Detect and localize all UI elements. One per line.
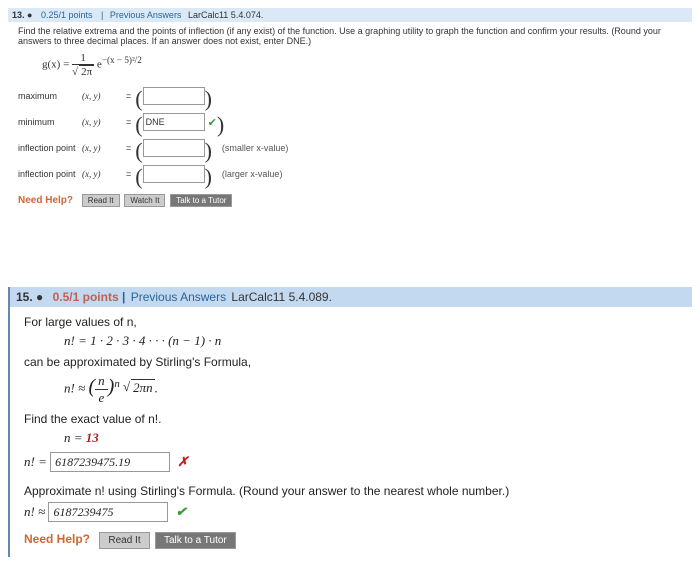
q13-number: 13.	[12, 10, 25, 20]
label-inflection-1: inflection point	[18, 143, 82, 153]
xy-maximum: (x, y)	[82, 91, 122, 101]
q15-line1: For large values of n,	[24, 315, 678, 329]
q13-formula: g(x) = 1 √2π e−(x − 5)²/2	[42, 52, 692, 78]
label-inflection-2: inflection point	[18, 169, 82, 179]
answer-approx[interactable]: 6187239475	[48, 502, 168, 522]
q15-approx-row: n! ≈ 6187239475 ✔	[24, 502, 678, 522]
read-it-button[interactable]: Read It	[82, 194, 120, 207]
eq-inflection-1: =	[126, 143, 131, 153]
lparen-minimum: (	[135, 119, 142, 130]
eq-maximum: =	[126, 91, 131, 101]
q15-need-help: Need Help? Read It Talk to a Tutor	[24, 532, 678, 549]
answer-minimum[interactable]: DNE	[143, 113, 205, 131]
q15-n-value: 13	[86, 430, 99, 445]
watch-it-button[interactable]: Watch It	[124, 194, 165, 207]
answer-inflection-1[interactable]	[143, 139, 205, 157]
row-inflection-2: inflection point (x, y) = ( ) (larger x-…	[18, 164, 692, 184]
q15-ref: LarCalc11 5.4.089.	[231, 290, 332, 304]
q13-prev-answers-link[interactable]: Previous Answers	[110, 10, 182, 20]
lparen-inflection-2: (	[135, 171, 142, 182]
q13-points: 0.25/1 points	[41, 10, 93, 20]
q15-math2: n! ≈ ( n e )n √2πn.	[64, 373, 678, 406]
q15-approx-lhs: n! ≈	[24, 504, 48, 519]
q15-bullet: ●	[36, 290, 43, 304]
xy-inflection-2: (x, y)	[82, 169, 122, 179]
lparen-inflection-1: (	[135, 145, 142, 156]
q13-need-help: Need Help? Read It Watch It Talk to a Tu…	[18, 194, 692, 207]
check-icon: ✔	[176, 504, 187, 519]
read-it-button[interactable]: Read It	[99, 532, 149, 549]
q15-points: 0.5/1 points	[53, 290, 119, 304]
label-maximum: maximum	[18, 91, 82, 101]
q15-prev-answers-link[interactable]: Previous Answers	[131, 290, 226, 304]
eq-inflection-2: =	[126, 169, 131, 179]
row-minimum: minimum (x, y) = ( DNE ✔ )	[18, 112, 692, 132]
q15-exact-row: n! = 6187239475.19 ✗	[24, 452, 678, 472]
q13-sep: |	[101, 10, 103, 20]
check-icon: ✔	[208, 116, 217, 129]
q13-ref: LarCalc11 5.4.074.	[188, 10, 263, 20]
row-maximum: maximum (x, y) = ( )	[18, 86, 692, 106]
q15-block: 15. ● 0.5/1 points | Previous Answers La…	[8, 287, 692, 557]
q13-instructions: Find the relative extrema and the points…	[18, 26, 692, 46]
answer-exact[interactable]: 6187239475.19	[50, 452, 170, 472]
q15-approx-instr: Approximate n! using Stirling's Formula.…	[24, 484, 678, 498]
need-help-label: Need Help?	[18, 195, 73, 206]
q13-header: 13. ● 0.25/1 points | Previous Answers L…	[8, 8, 692, 22]
need-help-label: Need Help?	[24, 532, 90, 546]
q15-exact-lhs: n! =	[24, 454, 50, 469]
hint-inflection-2: (larger x-value)	[222, 169, 283, 179]
rparen-minimum: )	[217, 119, 224, 130]
talk-tutor-button[interactable]: Talk to a Tutor	[170, 194, 232, 207]
q15-line2: can be approximated by Stirling's Formul…	[24, 355, 678, 369]
lparen-maximum: (	[135, 93, 142, 104]
label-minimum: minimum	[18, 117, 82, 127]
q15-sep: |	[122, 290, 125, 304]
row-inflection-1: inflection point (x, y) = ( ) (smaller x…	[18, 138, 692, 158]
xy-inflection-1: (x, y)	[82, 143, 122, 153]
q15-n-line: n = 13	[64, 430, 678, 446]
answer-inflection-2[interactable]	[143, 165, 205, 183]
wrong-icon: ✗	[177, 454, 188, 469]
rparen-inflection-2: )	[205, 171, 212, 182]
q15-n-lhs: n =	[64, 430, 86, 445]
q15-math1: n! = 1 · 2 · 3 · 4 · · · (n − 1) · n	[64, 333, 678, 349]
answer-maximum[interactable]	[143, 87, 205, 105]
q15-header: 15. ● 0.5/1 points | Previous Answers La…	[10, 287, 692, 307]
q15-line3: Find the exact value of n!.	[24, 412, 678, 426]
xy-minimum: (x, y)	[82, 117, 122, 127]
rparen-inflection-1: )	[205, 145, 212, 156]
rparen-maximum: )	[205, 93, 212, 104]
talk-tutor-button[interactable]: Talk to a Tutor	[155, 532, 236, 549]
q15-number: 15.	[16, 290, 33, 304]
q13-bullet: ●	[27, 10, 32, 20]
eq-minimum: =	[126, 117, 131, 127]
hint-inflection-1: (smaller x-value)	[222, 143, 289, 153]
